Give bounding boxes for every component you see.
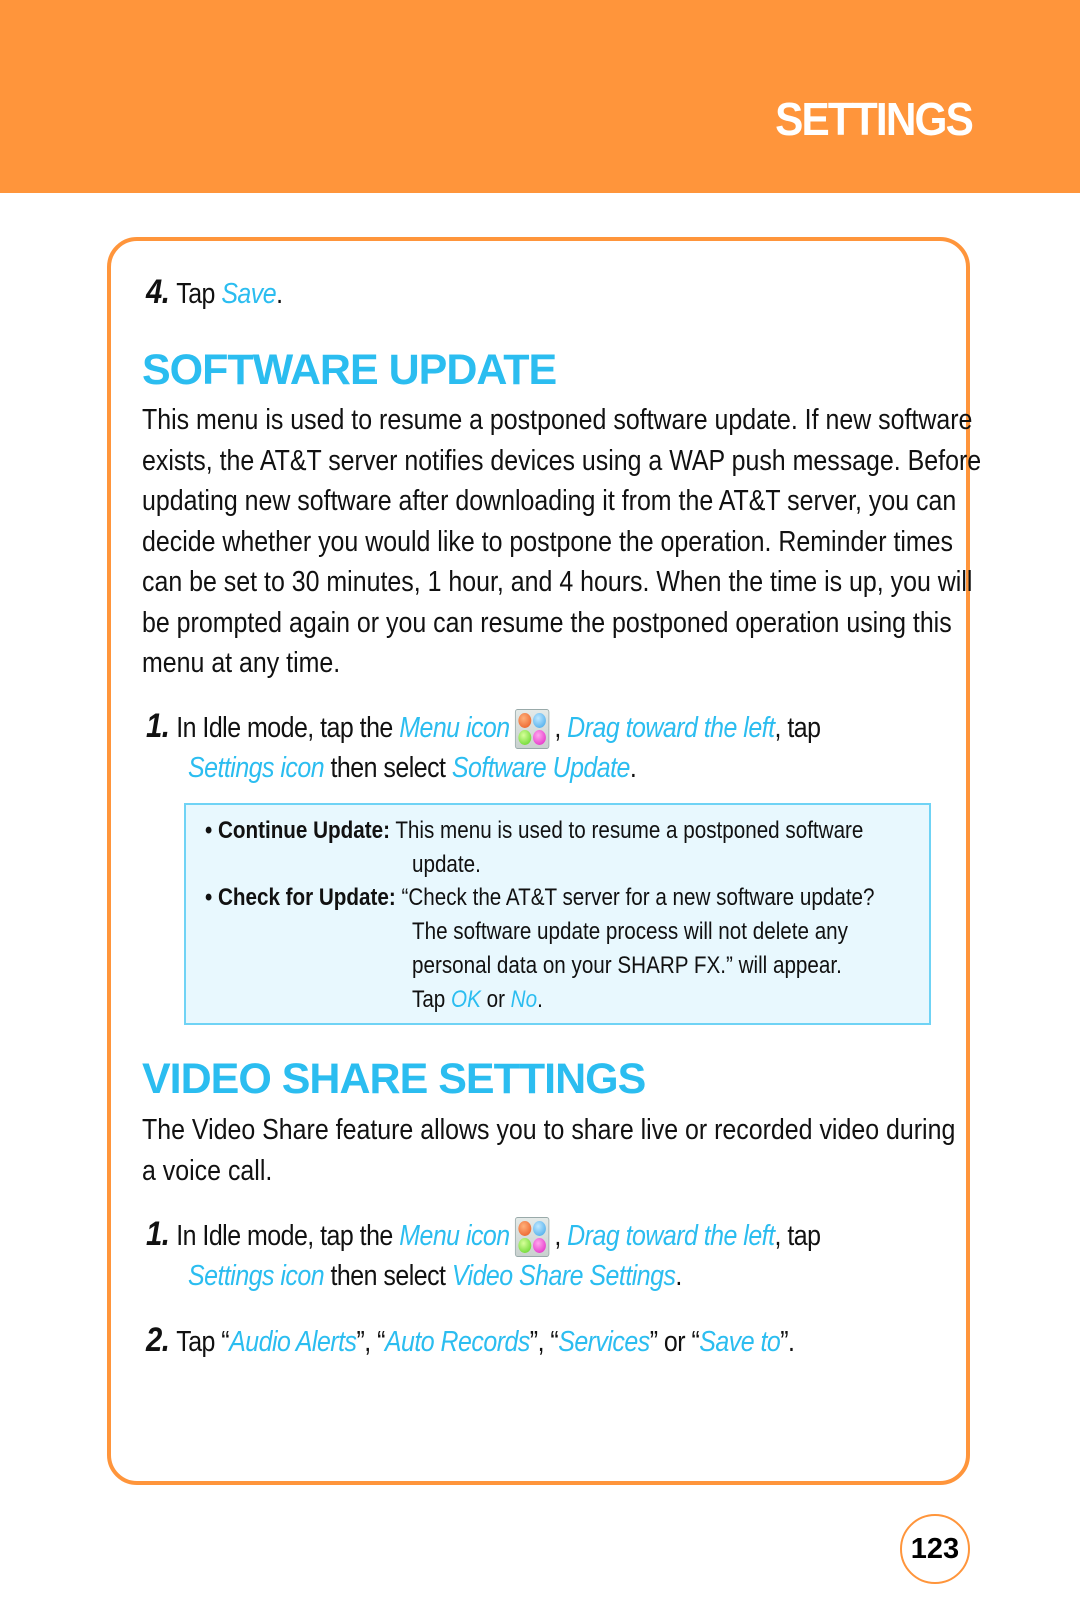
video-share-step-1-cont: Settings icon then select Video Share Se… bbox=[188, 1260, 682, 1292]
menu-icon bbox=[514, 709, 550, 750]
software-update-step-1: 1. In Idle mode, tap the Menu icon, Drag … bbox=[146, 706, 930, 750]
step-4: 4. Tap Save. bbox=[146, 273, 283, 311]
option-continue-update: • Continue Update: This menu is used to … bbox=[205, 817, 864, 844]
video-share-title: VIDEO SHARE SETTINGS bbox=[142, 1055, 646, 1103]
option-check-for-update: • Check for Update: “Check the AT&T serv… bbox=[205, 884, 875, 911]
software-update-paragraph: This menu is used to resume a postponed … bbox=[142, 404, 982, 679]
video-share-step-2: 2. Tap “Audio Alerts”, “Auto Records”, “S… bbox=[146, 1321, 795, 1359]
menu-icon bbox=[514, 1217, 550, 1258]
software-update-title: SOFTWARE UPDATE bbox=[142, 346, 557, 394]
chapter-title: SETTINGS bbox=[775, 93, 974, 145]
video-share-step-1: 1. In Idle mode, tap the Menu icon, Drag … bbox=[146, 1214, 930, 1258]
no-link: No bbox=[510, 986, 538, 1013]
ok-link: OK bbox=[451, 986, 481, 1013]
step-number: 4. bbox=[146, 273, 170, 311]
video-share-paragraph: The Video Share feature allows you to sh… bbox=[142, 1114, 956, 1187]
software-update-step-1-cont: Settings icon then select Software Updat… bbox=[188, 752, 637, 784]
header-banner: SETTINGS bbox=[0, 0, 1080, 193]
page-number: 123 bbox=[900, 1514, 970, 1584]
save-link: Save bbox=[221, 278, 277, 310]
